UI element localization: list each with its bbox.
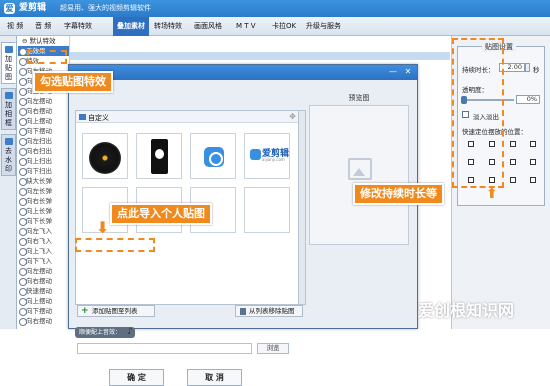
brand-url: aijianji.com	[262, 157, 285, 162]
library-title: 自定义	[88, 114, 109, 122]
browse-button[interactable]: 浏览	[257, 343, 289, 354]
app-name: 爱剪辑	[19, 3, 47, 13]
menu-transition-effects[interactable]: 转场特效	[150, 17, 186, 36]
position-middle-right[interactable]	[530, 159, 536, 165]
list-item[interactable]: 向左摆动	[18, 96, 69, 106]
list-item[interactable]: 向右摆动	[18, 106, 69, 116]
remove-sticker-button[interactable]: 从列表移除贴图	[235, 305, 303, 317]
callout-select-effect: 勾选贴图特效	[33, 71, 113, 93]
list-item[interactable]: 向左摆动	[18, 266, 69, 276]
menu-mtv[interactable]: M T V	[232, 17, 260, 36]
list-item[interactable]: 向左长弹	[18, 186, 69, 196]
plus-icon: +	[81, 306, 89, 316]
app-logo-icon	[204, 147, 224, 167]
cancel-button[interactable]: 取 消	[187, 369, 242, 386]
list-item[interactable]: 向上飞入	[18, 246, 69, 256]
menu-audio[interactable]: 音 频	[31, 17, 55, 36]
position-middle-center-right[interactable]	[510, 159, 516, 165]
add-sticker-button[interactable]: + 添加贴图至列表	[77, 305, 155, 317]
sound-effect-label: 顺便配上音效：	[79, 329, 122, 336]
menu-picture-style[interactable]: 画面风格	[190, 17, 226, 36]
tree-root-default-effects[interactable]: ⊖ 默认特效	[18, 36, 69, 46]
list-item[interactable]: 向下扫出	[18, 166, 69, 176]
menu-video[interactable]: 视 频	[3, 17, 27, 36]
opacity-value[interactable]: 0%	[516, 95, 540, 104]
list-item[interactable]: 缺大长弹	[18, 176, 69, 186]
sticker-thumb-app[interactable]	[190, 133, 236, 179]
film-icon	[151, 139, 168, 174]
dialog-titlebar: — ✕	[69, 65, 417, 80]
tab-remove-watermark[interactable]: 去水印	[1, 134, 16, 176]
preview-area	[309, 105, 409, 245]
menu-upgrade-service[interactable]: 升级与服务	[302, 17, 345, 36]
sticker-thumb-film[interactable]	[136, 133, 182, 179]
list-item[interactable]: 向下长弹	[18, 216, 69, 226]
arrow-down-icon: ⬇	[96, 218, 110, 237]
selection-strip	[70, 52, 450, 60]
brand-logo-icon	[250, 149, 261, 160]
menu-karaoke[interactable]: 卡拉OK	[268, 17, 300, 36]
sticker-thumb-brand[interactable]: 爱剪辑 aijianji.com	[244, 133, 290, 179]
move-icon[interactable]: ✥	[289, 112, 296, 121]
list-item[interactable]: 向右摆动	[18, 316, 69, 326]
tab-add-sticker[interactable]: 加贴图	[1, 42, 16, 84]
add-sticker-label: 添加贴图至列表	[92, 307, 138, 315]
close-icon[interactable]: ✕	[402, 67, 414, 77]
list-item[interactable]: 快速摆动	[18, 286, 69, 296]
tab-add-frame[interactable]: 加相框	[1, 88, 16, 130]
main-menubar: 视 频 音 频 字幕特效 叠加素材 转场特效 画面风格 M T V 卡拉OK 升…	[0, 17, 550, 36]
tab-remove-watermark-label: 去水印	[5, 147, 12, 173]
position-bottom-center-right[interactable]	[510, 177, 516, 183]
list-item[interactable]: 向右扫出	[18, 146, 69, 156]
list-item[interactable]: 向下摆动	[18, 306, 69, 316]
image-placeholder-icon	[348, 158, 372, 180]
library-scrollbar[interactable]	[298, 110, 306, 305]
list-item[interactable]: 向上摆动	[18, 116, 69, 126]
sound-effect-path-input[interactable]	[77, 343, 252, 354]
app-slogan: 超易用、强大的视频剪辑软件	[60, 4, 151, 12]
watermark-icon	[4, 138, 13, 145]
app-titlebar: 爱 爱剪辑 超易用、强大的视频剪辑软件	[0, 0, 550, 17]
folder-icon	[79, 114, 86, 120]
tab-add-frame-label: 加相框	[5, 101, 12, 127]
list-item[interactable]: 向右飞入	[18, 236, 69, 246]
menu-overlay-material[interactable]: 叠加素材	[113, 17, 149, 36]
position-top-center-right[interactable]	[510, 141, 516, 147]
vinyl-record-icon	[89, 142, 121, 174]
list-item[interactable]: 向下飞入	[18, 256, 69, 266]
minimize-icon[interactable]: —	[387, 67, 399, 77]
remove-sticker-label: 从列表移除贴图	[249, 307, 295, 315]
sticker-icon	[4, 46, 13, 53]
arrow-up-icon: ⬆	[486, 186, 498, 202]
frame-icon	[4, 92, 13, 99]
sticker-thumb[interactable]	[244, 187, 290, 233]
list-item[interactable]: 向右摆动	[18, 276, 69, 286]
highlight-settings-panel	[452, 38, 504, 188]
position-bottom-right[interactable]	[530, 177, 536, 183]
position-top-right[interactable]	[530, 141, 536, 147]
callout-import-sticker: 点此导入个人贴图	[110, 203, 212, 225]
list-item[interactable]: 向上长弹	[18, 206, 69, 216]
menu-subtitle-effects[interactable]: 字幕特效	[60, 17, 96, 36]
highlight-add-button	[75, 238, 155, 252]
preview-title: 预览图	[348, 94, 370, 102]
tab-add-sticker-label: 加贴图	[5, 55, 12, 81]
ok-button[interactable]: 确 定	[109, 369, 164, 386]
list-item[interactable]: 向上摆动	[18, 296, 69, 306]
list-item[interactable]: 向左飞入	[18, 226, 69, 236]
list-item[interactable]: 向右长弹	[18, 196, 69, 206]
side-tab-bar: 加贴图 加相框 去水印	[0, 36, 17, 329]
library-header: 自定义 ✥	[76, 111, 300, 123]
list-item[interactable]: 向下摆动	[18, 126, 69, 136]
watermark-text: 爱创根知识网	[418, 301, 515, 320]
trash-icon	[240, 308, 246, 315]
highlight-effect-item	[27, 50, 67, 64]
callout-change-duration: 修改持续时长等	[353, 183, 444, 205]
sticker-thumb-vinyl[interactable]	[82, 133, 128, 179]
list-item[interactable]: 向上扫出	[18, 156, 69, 166]
duration-unit: 秒	[533, 66, 540, 74]
duration-spinner[interactable]	[525, 63, 530, 72]
list-item[interactable]: 向左扫出	[18, 136, 69, 146]
app-logo-icon: 爱	[4, 3, 15, 14]
